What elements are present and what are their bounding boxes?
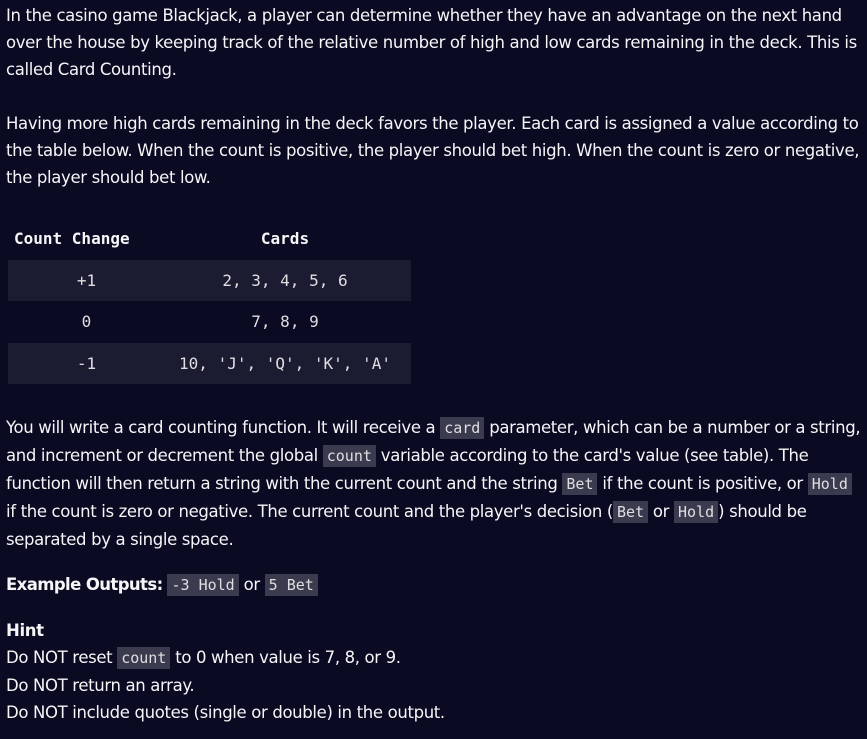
hint-section: Hint Do NOT reset count to 0 when value … [6, 617, 861, 726]
table-row: -1 10, 'J', 'Q', 'K', 'A' [8, 342, 411, 384]
count-change-cell: 0 [81, 312, 92, 332]
intro-paragraph-1: In the casino game Blackjack, a player c… [6, 6, 857, 79]
function-description: You will write a card counting function.… [6, 417, 861, 549]
inline-code-card: card [440, 417, 485, 439]
inline-code-bet: Bet [562, 473, 598, 495]
inline-code-count: count [322, 445, 376, 467]
inline-code-hold: Hold [807, 473, 852, 495]
header-cards: Cards [260, 229, 310, 249]
inline-code-bet: Bet [612, 501, 649, 523]
example-output-1: -3 Hold [167, 574, 239, 596]
example-outputs: Example Outputs: -3 Hold or 5 Bet [6, 571, 861, 599]
cards-cell: 2, 3, 4, 5, 6 [159, 259, 411, 301]
example-output-2: 5 Bet [264, 574, 318, 596]
table-header-row: Count Change Cards [8, 218, 411, 260]
example-label: Example Outputs: [6, 575, 163, 594]
count-change-cell: +1 [8, 259, 159, 301]
header-count-change: Count Change [14, 229, 130, 249]
table-row: +1 2, 3, 4, 5, 6 [8, 259, 411, 301]
inline-code-count: count [117, 647, 171, 669]
count-change-cell: -1 [8, 342, 159, 384]
inline-code-hold: Hold [674, 501, 719, 523]
hint-line: Do NOT include quotes (single or double)… [6, 703, 445, 722]
hint-line: Do NOT reset count to 0 when value is 7,… [6, 647, 401, 669]
cards-cell: 10, 'J', 'Q', 'K', 'A' [159, 342, 411, 384]
challenge-description: In the casino game Blackjack, a player c… [0, 0, 867, 726]
hint-line: Do NOT return an array. [6, 676, 195, 695]
table-row: 0 7, 8, 9 [8, 301, 411, 343]
cards-cell: 7, 8, 9 [251, 312, 319, 332]
intro-paragraph-2: Having more high cards remaining in the … [6, 114, 860, 187]
count-table: Count Change Cards +1 2, 3, 4, 5, 6 0 7,… [8, 218, 411, 384]
hint-title: Hint [6, 621, 44, 640]
